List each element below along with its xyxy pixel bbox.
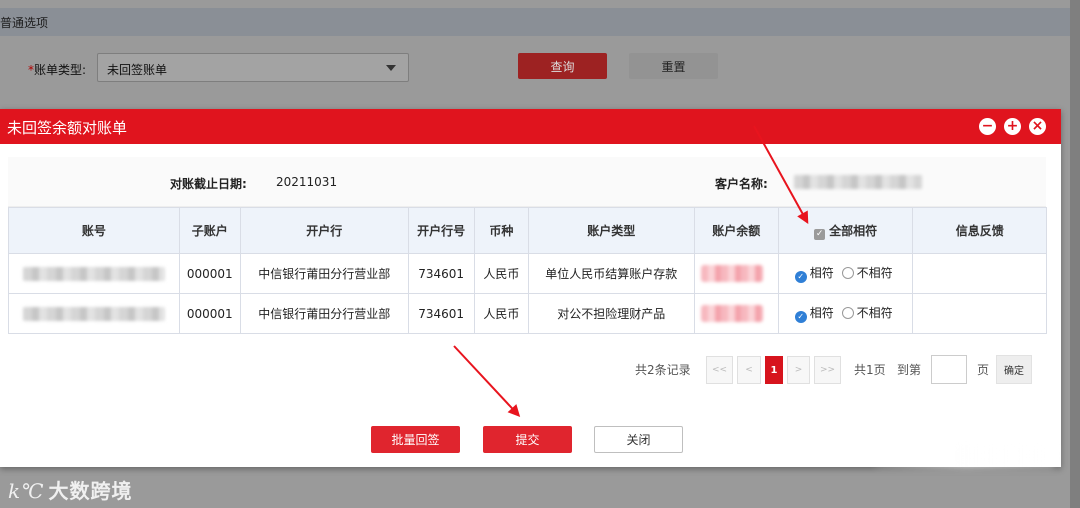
- watermark-logo-icon: k℃: [8, 479, 45, 503]
- col-header-balance: 账户余额: [693, 207, 779, 254]
- bank-no-cell: 734601: [407, 293, 475, 334]
- bill-type-select[interactable]: 未回签账单: [97, 53, 409, 82]
- mismatch-radio-icon[interactable]: [841, 307, 854, 319]
- sub-account-cell: 000001: [178, 253, 241, 294]
- first-page-button[interactable]: <<: [706, 356, 733, 384]
- feedback-cell[interactable]: [912, 253, 1047, 294]
- col-header-account-type: 账户类型: [527, 207, 695, 254]
- page-count: 共1页: [854, 363, 886, 377]
- account-type-cell: 对公不担险理财产品: [527, 293, 695, 334]
- dialog-header: 未回签余额对账单 − + ×: [0, 109, 1061, 144]
- maximize-icon[interactable]: +: [1004, 118, 1021, 135]
- cutoff-date-value: 20211031: [276, 175, 338, 189]
- account-cell-redacted: [8, 253, 180, 294]
- close-icon[interactable]: ×: [1029, 118, 1046, 135]
- prev-page-button[interactable]: <: [737, 356, 761, 384]
- section-header-bar: [0, 8, 1070, 36]
- record-count: 共2条记录: [635, 363, 691, 377]
- cutoff-date-label: 对账截止日期:: [170, 177, 247, 191]
- table-row: 000001 中信银行莆田分行营业部 734601 人民币 单位人民币结算账户存…: [8, 253, 1047, 294]
- reconciliation-dialog: 未回签余额对账单 − + × 对账截止日期: 20211031 客户名称: 账号…: [0, 109, 1061, 467]
- page-number-input[interactable]: [931, 355, 967, 384]
- checkbox-icon[interactable]: ✓: [814, 228, 826, 240]
- close-button[interactable]: 关闭: [594, 426, 683, 453]
- next-page-button[interactable]: >: [787, 356, 810, 384]
- balance-cell-redacted: [693, 253, 779, 294]
- col-header-bank-no: 开户行号: [407, 207, 475, 254]
- mismatch-radio-icon[interactable]: [841, 267, 854, 279]
- watermark-blur: [875, 445, 1055, 467]
- match-radio-cell: ✓ 相符 不相符: [777, 293, 914, 334]
- batch-sign-button[interactable]: 批量回签: [371, 426, 460, 453]
- customer-name-label: 客户名称:: [715, 177, 768, 191]
- table-row: 000001 中信银行莆田分行营业部 734601 人民币 对公不担险理财产品 …: [8, 293, 1047, 334]
- match-radio-checked-icon[interactable]: ✓: [794, 311, 807, 323]
- minimize-icon[interactable]: −: [979, 118, 996, 135]
- bank-cell: 中信银行莆田分行营业部: [239, 293, 409, 334]
- feedback-cell[interactable]: [912, 293, 1047, 334]
- match-label[interactable]: 相符: [810, 306, 834, 320]
- page-unit-label: 页: [977, 363, 990, 377]
- col-header-bank: 开户行: [239, 207, 409, 254]
- submit-button[interactable]: 提交: [483, 426, 572, 453]
- section-title: 普通选项: [0, 16, 49, 30]
- bill-type-label: *账单类型:: [28, 61, 86, 78]
- dialog-title: 未回签余额对账单: [7, 119, 128, 137]
- last-page-button[interactable]: >>: [814, 356, 841, 384]
- all-match-label: 全部相符: [829, 223, 878, 238]
- bank-cell: 中信银行莆田分行营业部: [239, 253, 409, 294]
- watermark-text: 大数跨境: [48, 479, 133, 503]
- mismatch-label[interactable]: 不相符: [857, 306, 893, 320]
- watermark: k℃ 大数跨境: [8, 475, 133, 504]
- col-header-feedback: 信息反馈: [912, 207, 1047, 254]
- reset-button[interactable]: 重置: [629, 53, 718, 79]
- bank-no-cell: 734601: [407, 253, 475, 294]
- goto-confirm-button[interactable]: 确定: [996, 355, 1032, 384]
- sub-account-cell: 000001: [178, 293, 241, 334]
- account-cell-redacted: [8, 293, 180, 334]
- customer-name-redacted: [794, 175, 922, 189]
- bill-type-label-text: 账单类型:: [34, 63, 87, 77]
- mismatch-label[interactable]: 不相符: [857, 266, 893, 280]
- caret-down-icon: [386, 65, 396, 71]
- balance-cell-redacted: [693, 293, 779, 334]
- statement-info-bar: 对账截止日期: 20211031 客户名称:: [8, 157, 1046, 207]
- col-header-account: 账号: [8, 207, 180, 254]
- match-label[interactable]: 相符: [810, 266, 834, 280]
- query-button[interactable]: 查询: [518, 53, 607, 79]
- match-radio-checked-icon[interactable]: ✓: [794, 271, 807, 283]
- table-header-row: 账号 子账户 开户行 开户行号 币种 账户类型 账户余额 ✓ 全部相符 信息反馈: [8, 207, 1047, 254]
- currency-cell: 人民币: [473, 293, 529, 334]
- currency-cell: 人民币: [473, 253, 529, 294]
- account-type-cell: 单位人民币结算账户存款: [527, 253, 695, 294]
- col-header-sub-account: 子账户: [178, 207, 241, 254]
- col-header-currency: 币种: [473, 207, 529, 254]
- page-scrollbar[interactable]: [1070, 0, 1080, 508]
- account-table: 账号 子账户 开户行 开户行号 币种 账户类型 账户余额 ✓ 全部相符 信息反馈 …: [8, 207, 1047, 334]
- goto-label: 到第: [897, 363, 922, 377]
- bill-type-select-value: 未回签账单: [107, 63, 168, 77]
- current-page-button[interactable]: 1: [765, 356, 783, 384]
- match-radio-cell: ✓ 相符 不相符: [777, 253, 914, 294]
